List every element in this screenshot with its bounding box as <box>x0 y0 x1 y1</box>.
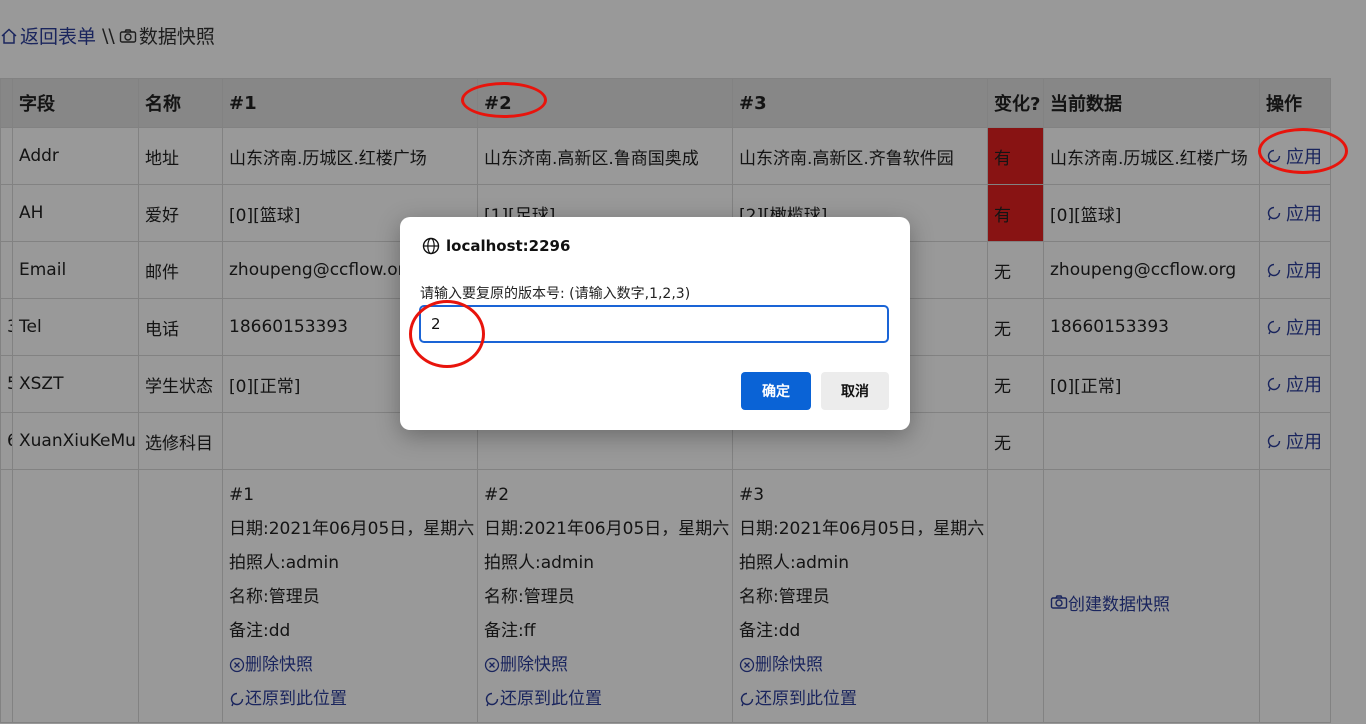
prompt-dialog: localhost:2296 请输入要复原的版本号: (请输入数字,1,2,3)… <box>400 217 910 430</box>
dialog-title: localhost:2296 <box>422 237 570 255</box>
version-number-input[interactable] <box>419 305 889 343</box>
globe-icon <box>422 237 440 255</box>
cancel-button[interactable]: 取消 <box>821 372 889 410</box>
dialog-message: 请输入要复原的版本号: (请输入数字,1,2,3) <box>420 286 691 302</box>
confirm-button[interactable]: 确定 <box>741 372 811 410</box>
dialog-host: localhost:2296 <box>446 237 571 255</box>
